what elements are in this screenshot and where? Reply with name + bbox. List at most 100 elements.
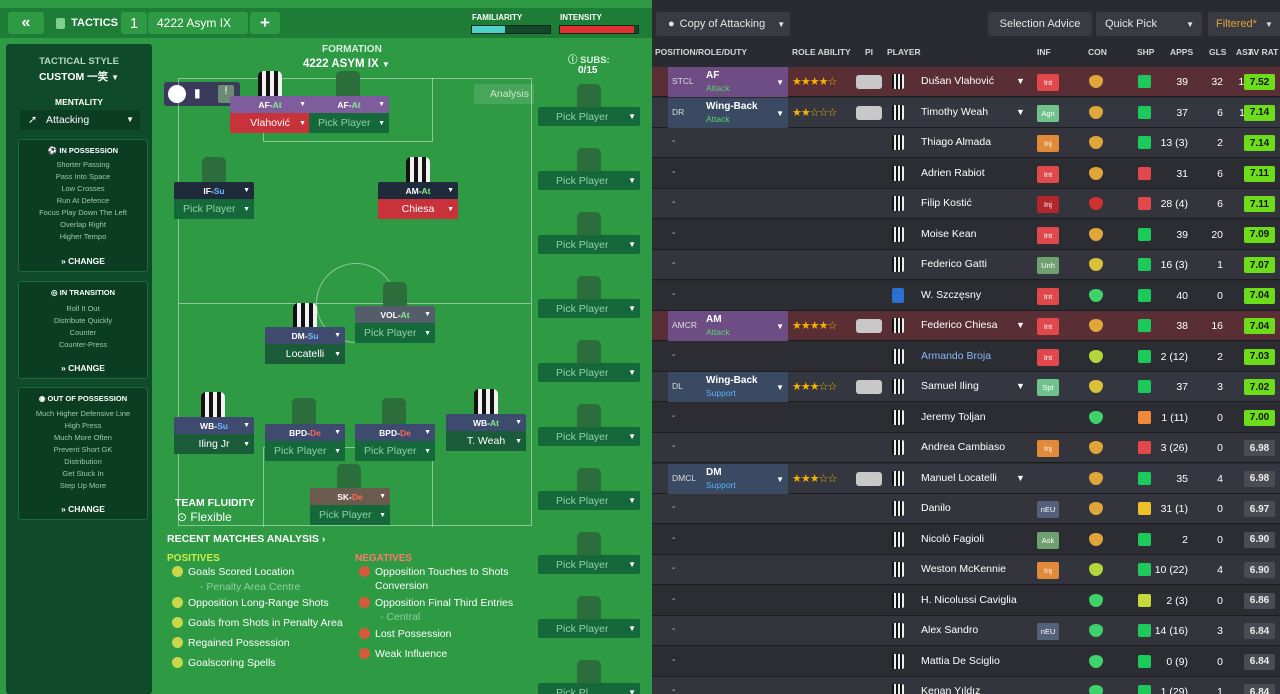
pitch-player-slot[interactable]: WB - At ▼ T. Weah ▼ xyxy=(446,414,526,451)
table-row[interactable]: STCL AF Attack ▼ ★★★★☆ Dušan Vlahović ▼ Int 39 32… xyxy=(652,67,1280,97)
table-row[interactable]: -Nicolò FagioliAsk2006.90 xyxy=(652,524,1280,555)
position-cell[interactable] xyxy=(668,494,788,524)
player-name-select[interactable]: Vlahović ▼ xyxy=(230,113,310,133)
position-cell[interactable]: DR Wing-Back Attack ▼ xyxy=(668,97,788,128)
position-cell[interactable] xyxy=(668,403,788,433)
position-cell[interactable] xyxy=(668,616,788,646)
pitch-player-slot[interactable]: AM - At ▼ Chiesa ▼ xyxy=(378,182,458,219)
tactical-style-select[interactable]: CUSTOM 一笑 ▼ xyxy=(6,69,152,84)
sub-pick-select[interactable]: Pick Player ▼ xyxy=(538,107,640,126)
table-row[interactable]: DR Wing-Back Attack ▼ ★★☆☆☆ Timothy Weah ▼ Agn 3… xyxy=(652,97,1280,128)
sub-pick-select[interactable]: Pick Player ▼ xyxy=(538,363,640,382)
player-instructions-icon[interactable] xyxy=(856,319,882,333)
table-row[interactable]: -Filip KostićInj28 (4)667.11 xyxy=(652,189,1280,219)
position-cell[interactable] xyxy=(668,220,788,250)
player-role-label[interactable]: VOL - At ▼ xyxy=(355,306,435,323)
position-cell[interactable]: AMCR AM Attack ▼ xyxy=(668,311,788,341)
table-row[interactable]: -Federico GattiUnh16 (3)107.07 xyxy=(652,250,1280,280)
view-select[interactable]: ● Copy of Attacking ▼ xyxy=(656,12,790,36)
player-name[interactable]: Alex Sandro xyxy=(921,624,978,636)
player-name[interactable]: Samuel Iling xyxy=(921,380,979,392)
sub-pick-select[interactable]: Pick Player ▼ xyxy=(538,619,640,638)
position-cell[interactable] xyxy=(668,433,788,463)
table-row[interactable]: -W. SzczęsnyInt40007.04 xyxy=(652,280,1280,311)
player-name[interactable]: Filip Kostić xyxy=(921,197,972,209)
player-name-select[interactable]: Pick Player ▼ xyxy=(310,505,390,525)
pitch-player-slot[interactable]: AF - At ▼ Vlahović ▼ xyxy=(230,96,310,133)
table-row[interactable]: -Alex SandronEU14 (16)306.84 xyxy=(652,616,1280,646)
back-button[interactable]: « xyxy=(8,12,44,34)
column-header[interactable]: PI xyxy=(865,47,873,57)
selection-advice-button[interactable]: Selection Advice xyxy=(988,12,1092,36)
position-cell[interactable]: STCL AF Attack ▼ xyxy=(668,67,788,97)
table-row[interactable]: -Mattia De Sciglio0 (9)016.84 xyxy=(652,646,1280,677)
position-cell[interactable] xyxy=(668,189,788,219)
player-name[interactable]: Adrien Rabiot xyxy=(921,167,985,179)
player-name-select[interactable]: Pick Player ▼ xyxy=(265,441,345,461)
player-name[interactable]: Federico Gatti xyxy=(921,258,987,270)
player-name[interactable]: Federico Chiesa xyxy=(921,319,997,331)
player-role-label[interactable]: WB - At ▼ xyxy=(446,414,526,431)
player-name[interactable]: Andrea Cambiaso xyxy=(921,441,1005,453)
sub-pick-select[interactable]: Pick Player ▼ xyxy=(538,491,640,510)
player-name[interactable]: Thiago Almada xyxy=(921,136,991,148)
player-name-select[interactable]: T. Weah ▼ xyxy=(446,431,526,451)
position-cell[interactable]: DL Wing-Back Support ▼ xyxy=(668,372,788,402)
player-name[interactable]: Weston McKennie xyxy=(921,563,1006,575)
sub-pick-select[interactable]: Pick Player ▼ xyxy=(538,235,640,254)
sub-pick-select[interactable]: Pick Player ▼ xyxy=(538,171,640,190)
sub-pick-select[interactable]: Pick Player ▼ xyxy=(538,427,640,446)
position-cell[interactable] xyxy=(668,555,788,585)
table-row[interactable]: -Thiago AlmadaInj13 (3)277.14 xyxy=(652,128,1280,158)
table-row[interactable]: -Weston McKennieInj10 (22)406.90 xyxy=(652,555,1280,585)
position-cell[interactable] xyxy=(668,677,788,694)
player-role-label[interactable]: AF - At ▼ xyxy=(309,96,389,113)
formation-select[interactable]: 4222 ASYM IX ▼ xyxy=(303,58,390,70)
pitch-player-slot[interactable]: BPD - De ▼ Pick Player ▼ xyxy=(355,424,435,461)
filter-button[interactable]: Filtered* ▼ xyxy=(1208,12,1280,36)
add-tactic-button[interactable]: + xyxy=(250,12,280,34)
table-row[interactable]: -H. Nicolussi Caviglia2 (3)026.86 xyxy=(652,585,1280,616)
sub-pick-select[interactable]: Pick Pl... ▼ xyxy=(538,683,640,694)
mentality-select[interactable]: ➚ Attacking ▼ xyxy=(20,110,140,130)
position-cell[interactable]: DMCL DM Support ▼ xyxy=(668,463,788,494)
tactic-slot-number[interactable]: 1 xyxy=(121,12,147,34)
player-role-label[interactable]: AM - At ▼ xyxy=(378,182,458,199)
player-name-select[interactable]: Pick Player ▼ xyxy=(355,323,435,343)
pitch-player-slot[interactable]: AF - At ▼ Pick Player ▼ xyxy=(309,96,389,133)
player-name[interactable]: W. Szczęsny xyxy=(921,289,981,301)
player-name-select[interactable]: Locatelli ▼ xyxy=(265,344,345,364)
position-cell[interactable] xyxy=(668,342,788,372)
pitch-player-slot[interactable]: WB - Su ▼ Iling Jr ▼ xyxy=(174,417,254,454)
column-header[interactable]: SHP xyxy=(1137,47,1154,57)
player-role-label[interactable]: AF - At ▼ xyxy=(230,96,310,113)
table-row[interactable]: AMCR AM Attack ▼ ★★★★☆ Federico Chiesa ▼ Int 38 1… xyxy=(652,311,1280,341)
player-instructions-icon[interactable] xyxy=(856,471,882,486)
position-cell[interactable] xyxy=(668,250,788,280)
table-row[interactable]: -Armando BrojaInt2 (12)227.03 xyxy=(652,341,1280,372)
table-row[interactable]: -Adrien RabiotInt31657.11 xyxy=(652,158,1280,189)
player-role-label[interactable]: WB - Su ▼ xyxy=(174,417,254,434)
player-role-label[interactable]: BPD - De ▼ xyxy=(355,424,435,441)
column-header[interactable]: AV RAT xyxy=(1248,47,1278,57)
player-instructions-icon[interactable] xyxy=(856,380,882,394)
player-name[interactable]: Manuel Locatelli xyxy=(921,472,997,484)
player-name[interactable]: Moise Kean xyxy=(921,228,976,240)
out-of-possession-change-button[interactable]: » CHANGE xyxy=(19,504,147,514)
player-role-label[interactable]: SK - De ▼ xyxy=(310,488,390,505)
column-header[interactable]: GLS xyxy=(1209,47,1226,57)
table-row[interactable]: -Kenan Yıldız1 (29)116.84 xyxy=(652,677,1280,694)
in-transition-change-button[interactable]: » CHANGE xyxy=(19,363,147,373)
pitch-player-slot[interactable]: BPD - De ▼ Pick Player ▼ xyxy=(265,424,345,461)
player-name[interactable]: Danilo xyxy=(921,502,951,514)
position-cell[interactable] xyxy=(668,586,788,616)
column-header[interactable]: INF xyxy=(1037,47,1051,57)
table-row[interactable]: -Andrea CambiasoInj3 (26)036.98 xyxy=(652,433,1280,463)
player-role-label[interactable]: IF - Su ▼ xyxy=(174,182,254,199)
position-cell[interactable] xyxy=(668,525,788,555)
table-row[interactable]: -Moise KeanInt392047.09 xyxy=(652,219,1280,250)
player-name-select[interactable]: Chiesa ▼ xyxy=(378,199,458,219)
position-cell[interactable] xyxy=(668,647,788,677)
position-cell[interactable] xyxy=(668,128,788,158)
column-header[interactable]: ROLE ABILITY xyxy=(792,47,851,57)
